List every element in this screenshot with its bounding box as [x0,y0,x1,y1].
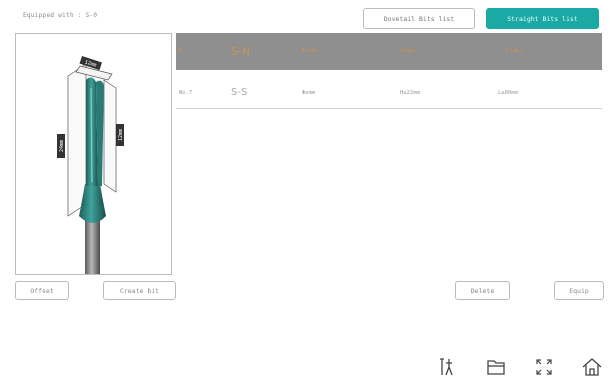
table-row[interactable]: No.7 S-S Φ≤mm H≤22mm L≤80mm [176,82,602,109]
column-header-length: L(mm) [506,48,523,54]
column-header-bit-name: S-N [231,45,251,58]
folder-icon[interactable] [485,357,507,377]
offset-button[interactable]: Offset [15,281,69,300]
svg-text:24mm: 24mm [59,140,65,152]
router-bit-illustration: 12mm 24mm 12mm [57,56,124,274]
cell-number: No.7 [179,90,193,96]
create-bit-button[interactable]: Create bit [103,281,176,300]
dimension-tag-right: 12mm [116,124,124,146]
cell-bit-name: S-S [231,87,248,98]
equip-button[interactable]: Equip [554,281,604,300]
dovetail-bits-list-button[interactable]: Dovetail Bits list [363,8,475,29]
equipped-label: Equipped with : S-0 [23,12,98,19]
cell-height: H≤22mm [400,90,420,96]
svg-text:12mm: 12mm [118,129,124,141]
column-header-diameter: Φ(mm) [302,48,319,54]
delete-button[interactable]: Delete [455,281,510,300]
bits-table-header: N S-N Φ(mm) H(mm) L(mm) [176,33,602,70]
fullscreen-icon[interactable] [533,357,555,377]
dimension-tag-left: 24mm [57,134,65,158]
tools-icon[interactable] [437,357,459,377]
cell-length: L≤80mm [498,90,518,96]
bit-preview: 12mm 24mm 12mm [15,33,172,275]
straight-bits-list-button[interactable]: Straight Bits list [486,8,599,29]
column-header-height: H(mm) [400,48,417,54]
home-icon[interactable] [581,357,603,377]
cell-diameter: Φ≤mm [302,90,316,96]
column-header-number: N [179,48,183,54]
